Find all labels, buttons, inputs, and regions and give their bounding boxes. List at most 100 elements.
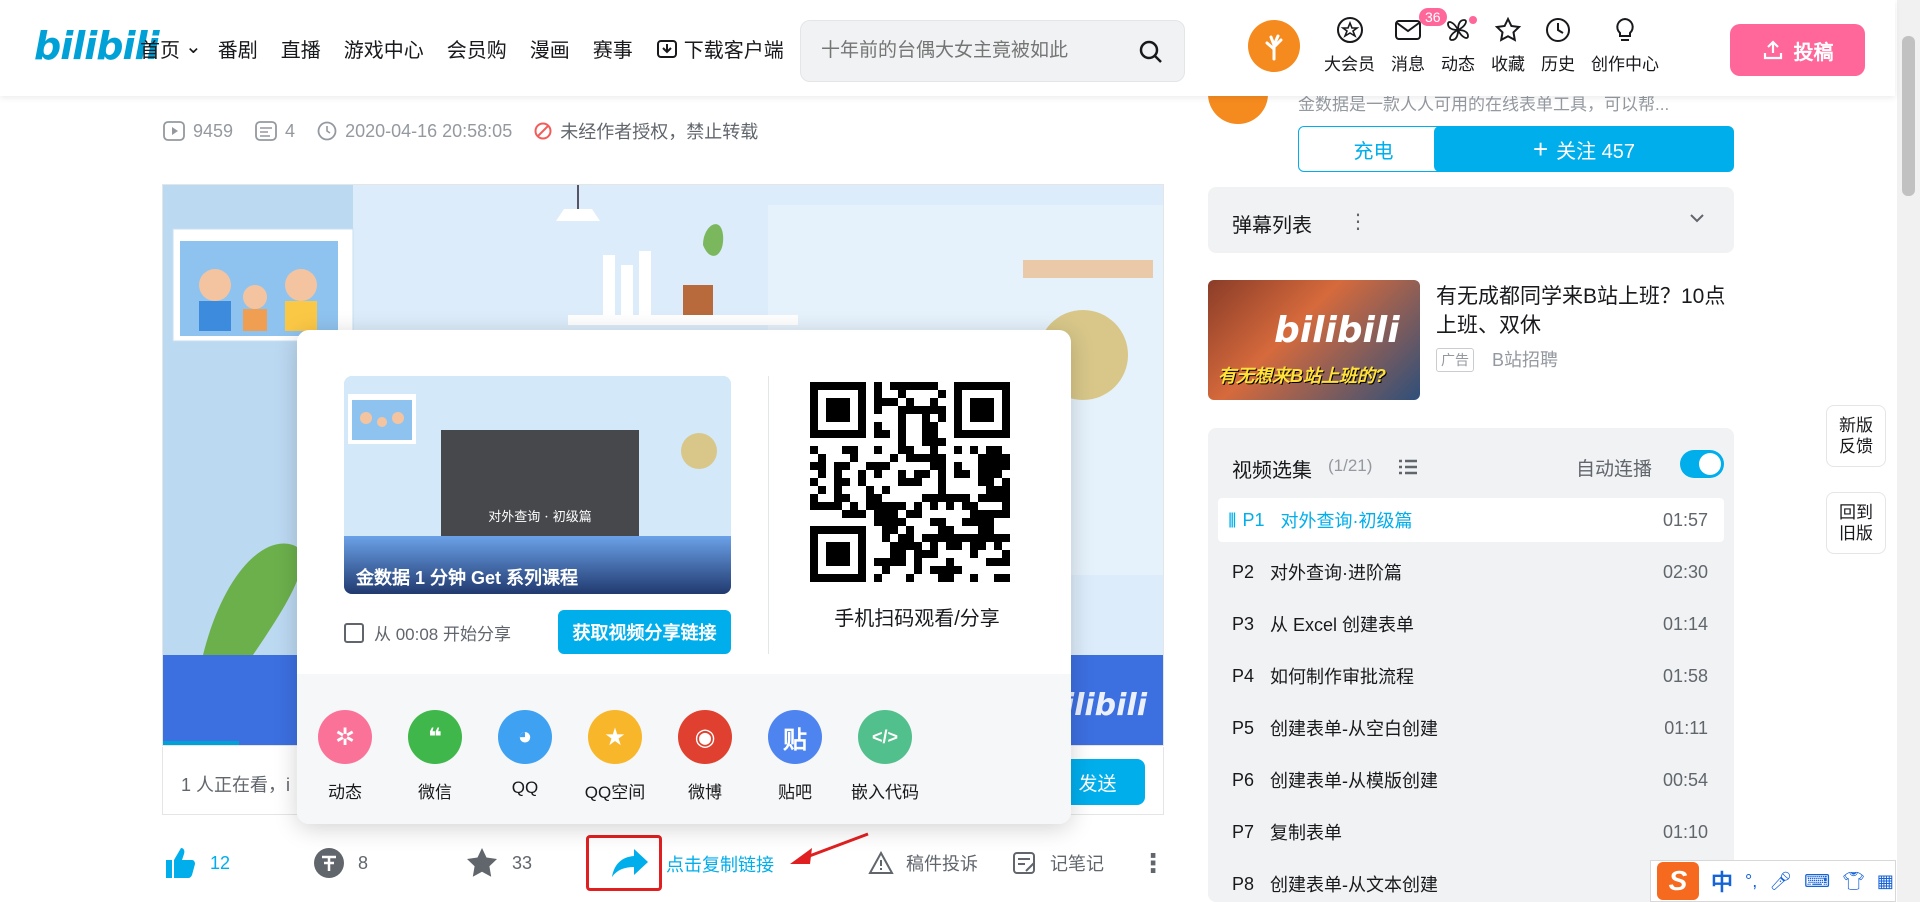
chevron-down-icon[interactable] [1688, 209, 1706, 227]
clock-icon [317, 121, 337, 141]
ad-image-slogan: 有无想来B站上班的? [1218, 366, 1386, 386]
get-share-link-button[interactable]: 获取视频分享链接 [558, 610, 731, 654]
note-button[interactable]: 记笔记 [1012, 838, 1104, 888]
nav-download-client[interactable]: 下载客户端 [656, 34, 807, 63]
share-tieba[interactable]: 贴 贴吧 [750, 710, 840, 803]
episode-item[interactable]: P4 如何制作审批流程 01:58 [1218, 654, 1724, 698]
episode-number: P8 [1232, 873, 1255, 894]
scrollbar-thumb[interactable] [1902, 36, 1915, 196]
main-nav: 首页 ⌄ 番剧 直播 游戏中心 会员购 漫画 赛事 下载客户端 [140, 34, 830, 63]
header-dynamic[interactable]: 动态 [1441, 16, 1477, 75]
header-history[interactable]: 历史 [1541, 16, 1575, 75]
episode-item[interactable]: P3 从 Excel 创建表单 01:14 [1218, 602, 1724, 646]
search-input[interactable] [821, 35, 1121, 67]
nav-anime[interactable]: 番剧 [218, 34, 258, 63]
nav-home[interactable]: 首页 [140, 34, 180, 63]
ad-image[interactable]: bilibili 有无想来B站上班的? [1208, 280, 1420, 400]
nav-mall[interactable]: 会员购 [447, 34, 507, 63]
ad-image-logo: bilibili [1274, 310, 1400, 351]
plus-icon: + [1532, 133, 1549, 164]
share-qq-label: QQ [511, 778, 539, 797]
danmaku-list-panel[interactable]: 弹幕列表 ⋮ [1208, 187, 1734, 253]
history-label: 历史 [1541, 55, 1575, 74]
header-message[interactable]: 36 消息 [1391, 8, 1447, 75]
follow-button[interactable]: + 关注 457 [1434, 126, 1734, 172]
episode-list-title: 视频选集 [1232, 460, 1312, 482]
wechat-icon: ❝ [408, 710, 462, 764]
start-time-share[interactable]: 从 00:08 开始分享 [344, 620, 511, 645]
episode-duration: 02:30 [1662, 561, 1708, 582]
page-scrollbar[interactable] [1897, 0, 1920, 902]
punctuation-icon[interactable]: °, [1745, 871, 1757, 892]
ad-source[interactable]: B站招聘 [1492, 346, 1558, 372]
episode-item[interactable]: P7 复制表单 01:10 [1218, 810, 1724, 854]
episode-item[interactable]: ||| P1 对外查询·初级篇 01:57 [1218, 498, 1724, 542]
danmaku-list-title: 弹幕列表 [1232, 215, 1312, 237]
episode-duration: 01:58 [1662, 665, 1708, 686]
back-to-old-button[interactable]: 回到旧版 [1826, 492, 1886, 554]
favorite-count: 33 [512, 852, 533, 873]
episode-duration: 01:11 [1664, 717, 1708, 738]
weibo-icon: ◉ [678, 710, 732, 764]
header-favorite[interactable]: 收藏 [1491, 16, 1525, 75]
ime-lang[interactable]: 中 [1711, 865, 1733, 897]
episode-number: P5 [1232, 717, 1255, 738]
keyboard-icon[interactable]: ⌨ [1804, 871, 1830, 892]
dynamic-label: 动态 [1441, 55, 1475, 74]
favorite-icon [1494, 16, 1522, 42]
ad-title[interactable]: 有无成都同学来B站上班？10点上班、双休 [1436, 282, 1726, 340]
episode-item[interactable]: P5 创建表单-从空白创建 01:11 [1218, 706, 1724, 750]
microphone-icon[interactable]: 🎤︎ [1769, 871, 1792, 892]
episode-item[interactable]: P2 对外查询·进阶篇 02:30 [1218, 550, 1724, 594]
tieba-icon: 贴 [768, 710, 822, 764]
autoplay-label: 自动连播 [1576, 459, 1653, 480]
episode-title: 对外查询·进阶篇 [1270, 563, 1402, 583]
new-feedback-button[interactable]: 新版反馈 [1826, 405, 1886, 467]
share-wechat[interactable]: ❝ 微信 [390, 710, 480, 803]
copy-link-hint[interactable]: 点击复制链接 [666, 851, 774, 877]
sogou-ime-icon[interactable]: S [1657, 862, 1699, 900]
nav-live[interactable]: 直播 [281, 34, 321, 63]
episode-number: P7 [1232, 821, 1255, 842]
user-avatar[interactable] [1248, 20, 1300, 72]
share-embed[interactable]: </> 嵌入代码 [840, 710, 930, 803]
autoplay-toggle[interactable] [1680, 450, 1724, 478]
share-qzone-label: QQ空间 [584, 783, 646, 802]
share-dynamic[interactable]: ✲ 动态 [300, 710, 390, 803]
header-creator[interactable]: 创作中心 [1591, 16, 1659, 75]
copyright-text: 未经作者授权，禁止转载 [560, 122, 759, 142]
episode-item[interactable]: P6 创建表单-从模版创建 00:54 [1218, 758, 1724, 802]
share-popup: 对外查询 · 初级篇 金数据 1 分钟 Get 系列课程 手机扫码观看/分享 从… [297, 330, 1071, 824]
nav-manga[interactable]: 漫画 [530, 34, 570, 63]
report-button[interactable]: 稿件投诉 [868, 838, 978, 888]
share-highlight-box [586, 835, 662, 891]
episode-duration: 00:54 [1662, 769, 1708, 790]
episode-number: P2 [1232, 561, 1255, 582]
header-vip[interactable]: 大会员 [1324, 16, 1375, 75]
chevron-down-icon[interactable]: ⌄ [185, 34, 202, 63]
nav-game-center[interactable]: 游戏中心 [344, 34, 424, 63]
favorite-button[interactable]: 33 [464, 838, 532, 888]
episode-item[interactable]: P8 创建表单-从文本创建 [1218, 862, 1724, 902]
share-qzone[interactable]: ★ QQ空间 [570, 710, 660, 803]
charge-button[interactable]: 充电 [1298, 126, 1449, 172]
share-weibo[interactable]: ◉ 微博 [660, 710, 750, 803]
play-count-icon [163, 121, 185, 141]
skin-icon[interactable]: 👕︎ [1842, 871, 1865, 892]
qzone-icon: ★ [588, 710, 642, 764]
star-icon [467, 848, 497, 877]
episode-title: 创建表单-从文本创建 [1270, 875, 1438, 895]
kebab-menu-icon[interactable]: ⋮ [1348, 209, 1368, 234]
share-qq[interactable]: ◕ QQ [480, 710, 570, 798]
start-time-checkbox[interactable] [344, 622, 364, 643]
toolbox-icon[interactable]: ▦ [1877, 871, 1894, 892]
upload-button[interactable]: 投稿 [1730, 24, 1865, 76]
list-icon[interactable] [1398, 458, 1418, 476]
search-icon[interactable] [1138, 39, 1164, 65]
coin-button[interactable]: 8 [312, 838, 368, 888]
share-wechat-label: 微信 [418, 783, 452, 802]
nav-esports[interactable]: 赛事 [593, 34, 633, 63]
like-button[interactable]: 12 [162, 838, 230, 888]
more-actions-icon[interactable]: ⋮ [1140, 838, 1166, 888]
creator-label: 创作中心 [1591, 55, 1659, 74]
